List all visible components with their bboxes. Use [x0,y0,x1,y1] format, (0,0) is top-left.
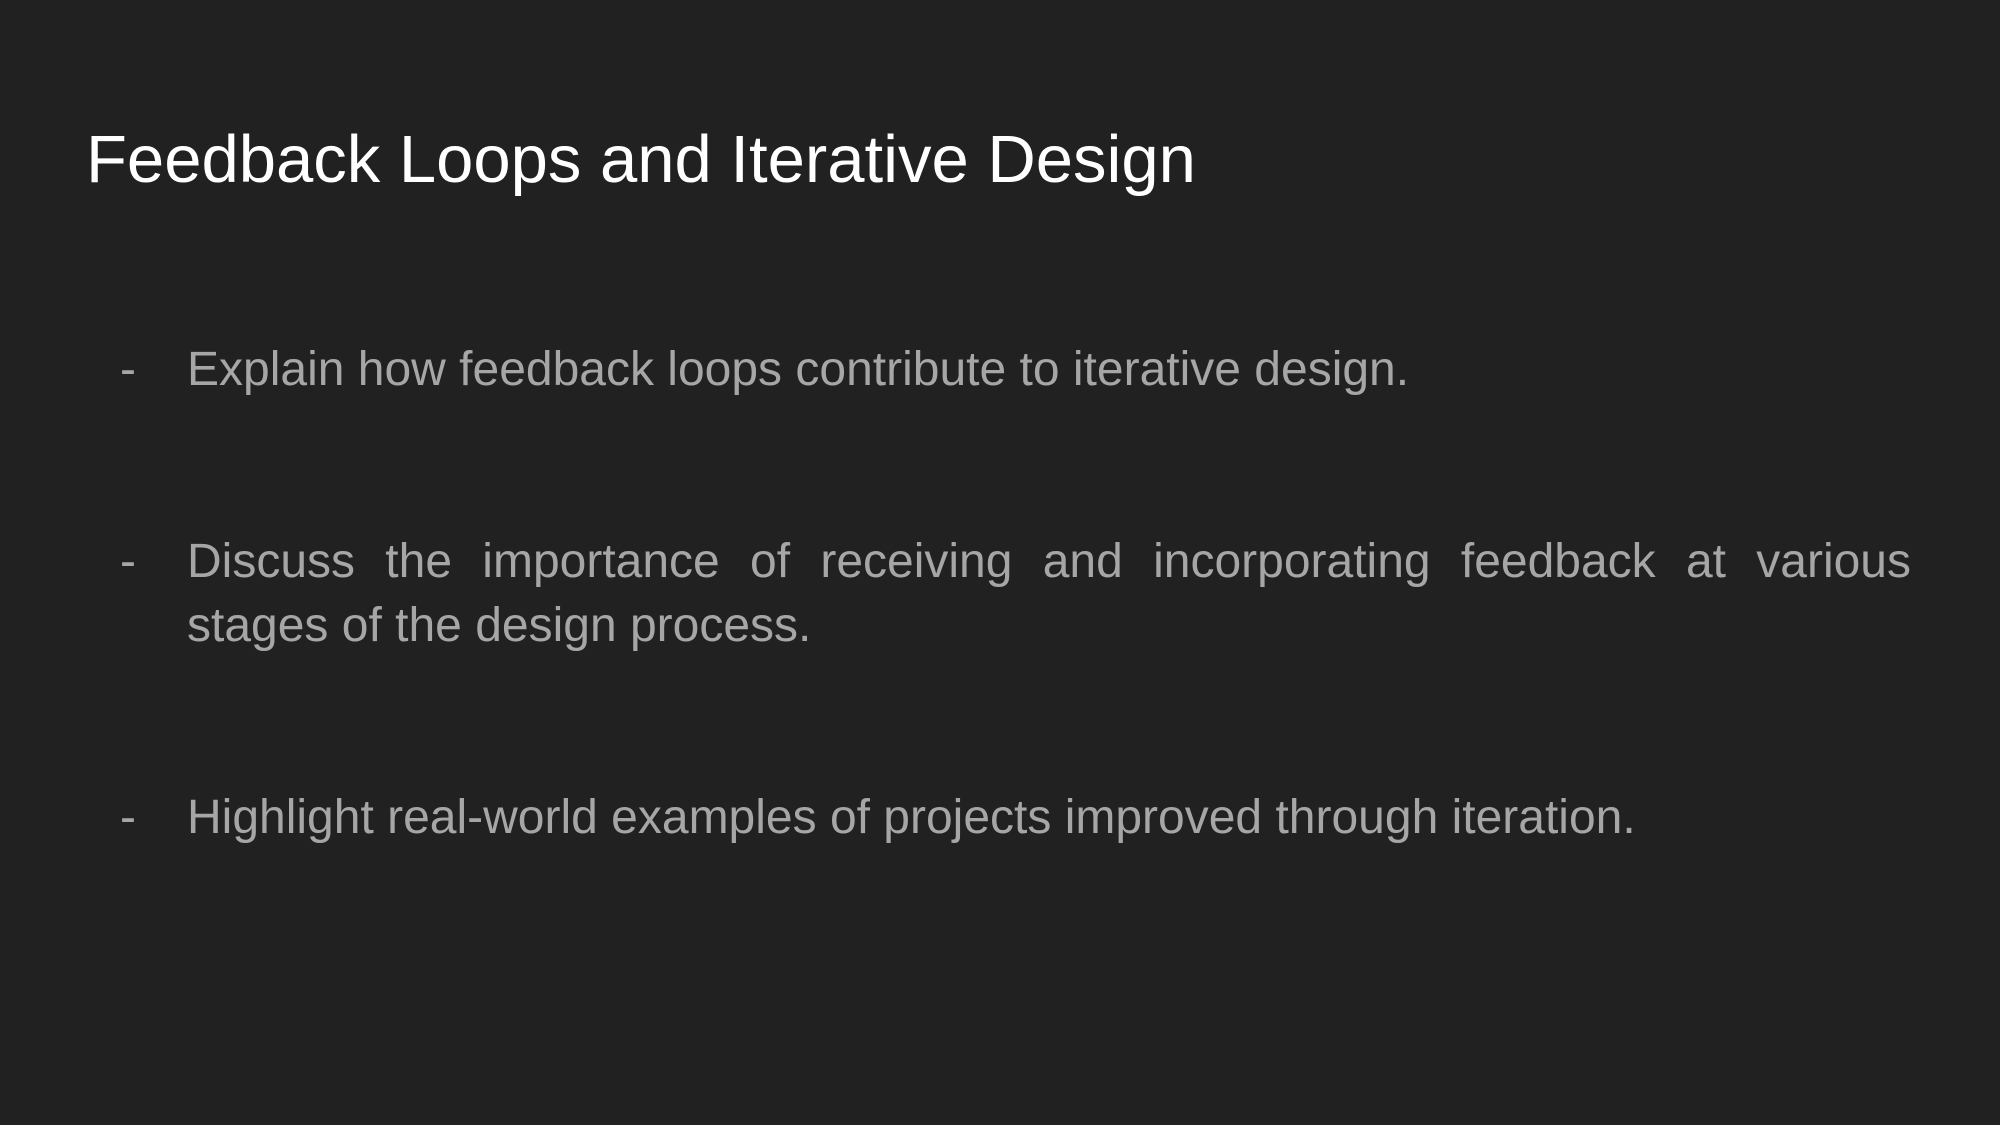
bullet-list: - Explain how feedback loops contribute … [115,338,1911,850]
dash-bullet-icon: - [120,791,136,844]
bullet-item: - Discuss the importance of receiving an… [115,530,1911,658]
bullet-item: - Highlight real-world examples of proje… [115,786,1911,850]
bullet-text: Highlight real-world examples of project… [187,791,1636,844]
dash-bullet-icon: - [120,535,136,588]
bullet-item: - Explain how feedback loops contribute … [115,338,1911,402]
bullet-text: Discuss the importance of receiving and … [187,535,1911,652]
slide: Feedback Loops and Iterative Design - Ex… [0,0,2000,1125]
bullet-text: Explain how feedback loops contribute to… [187,343,1410,396]
slide-title: Feedback Loops and Iterative Design [86,122,1196,197]
dash-bullet-icon: - [120,343,136,396]
